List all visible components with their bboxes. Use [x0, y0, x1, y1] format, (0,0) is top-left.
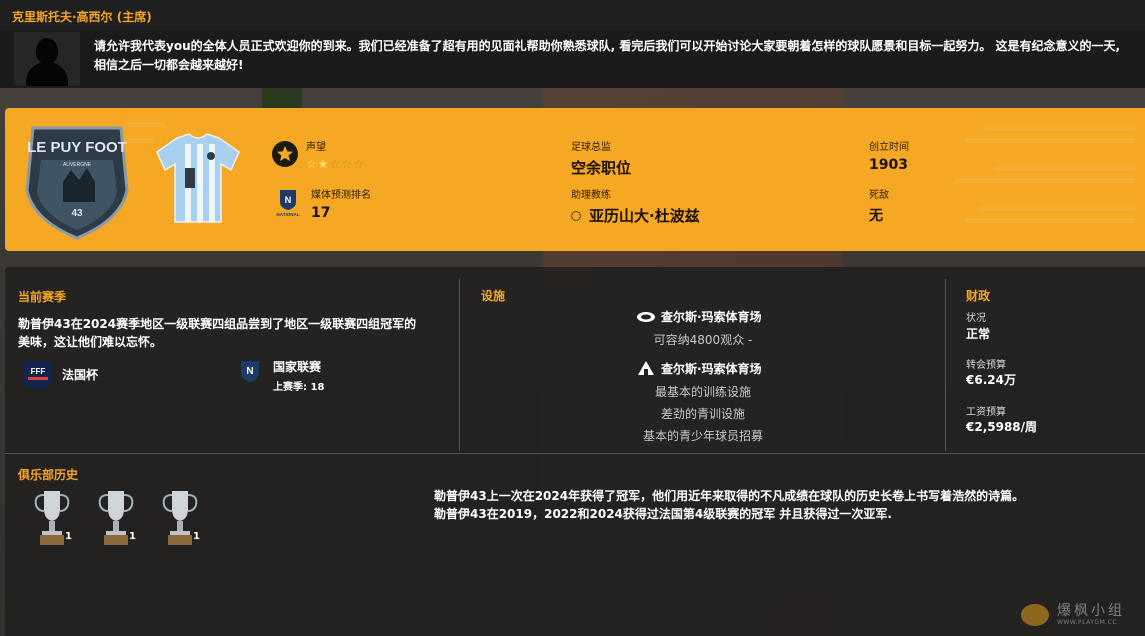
history-text-line1: 勒普伊43上一次在2024年获得了冠军，他们用近年来取得的不凡成绩在球队的历史长…: [434, 489, 1025, 503]
transfer-budget-label: 转会预算: [966, 360, 1006, 371]
league-last-season: 上赛季: 18: [273, 382, 325, 393]
divider: [945, 279, 946, 451]
club-crest-icon[interactable]: LE PUY FOOT AUVERGNE 43: [23, 120, 131, 240]
watermark-main: 爆枫小组: [1057, 603, 1125, 619]
stadium-name[interactable]: 查尔斯·玛索体育场: [661, 308, 762, 325]
club-details-panel: 当前赛季 勒普伊43在2024赛季地区一级联赛四组品尝到了地区一级联赛四组冠军的…: [5, 267, 1145, 636]
season-title: 当前赛季: [18, 290, 67, 304]
trophy-item[interactable]: 1: [158, 487, 208, 551]
media-rank-value: 17: [311, 205, 331, 221]
founded-block: 创立时间 1903: [869, 138, 909, 173]
assistant-row[interactable]: 亚历山大·杜波兹: [571, 205, 700, 226]
french-cup-icon[interactable]: FFF: [20, 359, 56, 391]
crest-number: 43: [71, 208, 83, 219]
wage-budget-label: 工资预算: [966, 407, 1006, 418]
reputation-star-icon: [272, 141, 298, 167]
assistant-label: 助理教练: [571, 190, 611, 201]
director-value[interactable]: 空余职位: [571, 157, 631, 178]
svg-text:N: N: [246, 366, 253, 377]
rival-label: 死敌: [869, 190, 889, 201]
rival-value: 无: [869, 208, 883, 224]
founded-label: 创立时间: [869, 142, 909, 153]
star-empty-icon: ☆: [329, 157, 342, 171]
league-logo-text: NATIONAL: [277, 212, 300, 217]
message-sender: 克里斯托夫·高西尔 (主席): [0, 0, 1145, 30]
media-rank-block: 媒体预测排名 17: [311, 186, 371, 221]
rival-block: 死敌 无: [869, 186, 889, 225]
media-rank-label: 媒体预测排名: [311, 190, 371, 201]
watermark-sub: WWW.PLAYGM.CC: [1057, 619, 1118, 626]
director-block: 足球总监 空余职位: [571, 138, 631, 178]
trophy-count: 1: [193, 531, 200, 542]
finance-status-value: 正常: [966, 327, 991, 341]
transfer-budget-value[interactable]: €6.24万: [966, 371, 1016, 389]
star-full-icon: ★: [317, 157, 330, 171]
person-icon: [571, 210, 581, 221]
star-half-icon: ☆: [306, 157, 318, 171]
youth-recruitment: 基本的青少年球员招募: [642, 429, 763, 443]
national-league-icon: N NATIONAL: [277, 190, 300, 217]
trophy-item[interactable]: 1: [30, 487, 80, 551]
cup-logo-text: FFF: [31, 367, 46, 376]
assistant-block: 助理教练 亚历山大·杜波兹: [571, 186, 700, 226]
trophy-item[interactable]: 1: [94, 487, 144, 551]
training-quality: 最基本的训练设施: [654, 385, 751, 399]
stadium-capacity: 可容纳4800观众 -: [653, 333, 753, 347]
history-text-line2: 勒普伊43在2019，2022和2024获得过法国第4级联赛的冠军 并且获得过一…: [434, 507, 892, 521]
trophy-count: 1: [65, 531, 72, 542]
club-overview-panel: LE PUY FOOT AUVERGNE 43 声望 ☆★☆☆☆ N NATIO…: [5, 108, 1145, 251]
divider: [5, 453, 1145, 454]
crest-title: LE PUY FOOT: [27, 139, 127, 156]
wage-budget-value[interactable]: €2,5988/周: [966, 418, 1037, 436]
youth-facilities: 差劲的青训设施: [660, 407, 745, 421]
star-empty-icon: ☆: [341, 157, 354, 171]
reputation-label: 声望: [306, 142, 326, 153]
finance-title: 财政: [966, 289, 991, 303]
finance-status-label: 状况: [966, 313, 986, 324]
reputation-stars: ☆★☆☆☆: [306, 157, 365, 171]
watermark: 爆枫小组 WWW.PLAYGM.CC: [1019, 600, 1139, 630]
crest-subtitle: AUVERGNE: [63, 162, 92, 168]
svg-text:N: N: [285, 195, 292, 205]
star-empty-icon: ☆: [353, 157, 365, 171]
season-text: 勒普伊43在2024赛季地区一级联赛四组品尝到了地区一级联赛四组冠军的美味，这让…: [18, 317, 417, 349]
training-ground-icon: [638, 361, 654, 375]
national-league-small-icon: N: [241, 361, 259, 382]
assistant-value: 亚历山大·杜波兹: [589, 207, 700, 225]
background-detail: [262, 88, 302, 108]
director-label: 足球总监: [571, 142, 611, 153]
history-title: 俱乐部历史: [18, 468, 79, 482]
watermark-logo-icon: [1021, 604, 1049, 626]
trophy-count: 1: [129, 531, 136, 542]
stadium-icon: [637, 312, 655, 322]
reputation-block: 声望 ☆★☆☆☆: [306, 138, 365, 171]
french-cup-label[interactable]: 法国杯: [62, 366, 98, 384]
founded-value: 1903: [869, 157, 908, 173]
message-text: 请允许我代表you的全体人员正式欢迎你的到来。我们已经准备了超有用的见面礼帮助你…: [94, 39, 1121, 72]
message-panel: 请允许我代表you的全体人员正式欢迎你的到来。我们已经准备了超有用的见面礼帮助你…: [0, 30, 1145, 88]
national-league-label[interactable]: 国家联赛: [273, 358, 321, 376]
facilities-title: 设施: [481, 289, 506, 303]
sender-avatar[interactable]: [14, 32, 80, 86]
club-kit-icon[interactable]: [155, 132, 241, 224]
divider: [459, 279, 460, 451]
training-ground-name[interactable]: 查尔斯·玛索体育场: [661, 360, 762, 377]
